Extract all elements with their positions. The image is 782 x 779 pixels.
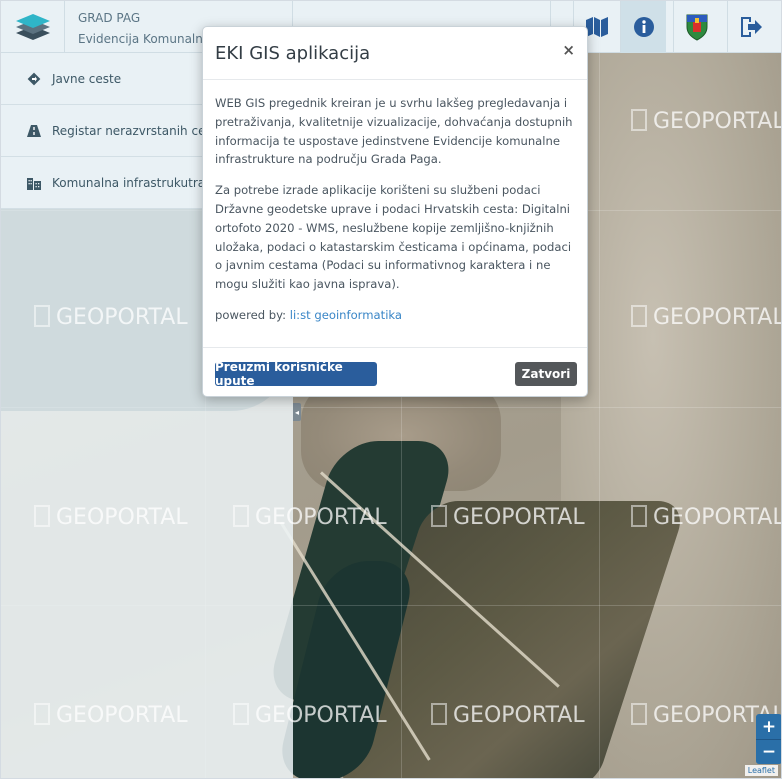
- modal-paragraph: WEB GIS pregednik kreiran je u svrhu lak…: [215, 96, 573, 167]
- map-icon: [585, 17, 608, 37]
- sidebar-item-label: Komunalna infrastrukutra: [52, 175, 206, 190]
- app-logo[interactable]: [1, 1, 65, 53]
- close-icon[interactable]: ×: [562, 41, 575, 59]
- modal-title: EKI GIS aplikacija: [215, 43, 371, 64]
- logout-icon: [740, 17, 762, 37]
- geoportal-watermark: GEOPORTAL: [233, 703, 387, 728]
- sidebar-item-label: Registar nerazvrstanih cesta: [52, 123, 224, 138]
- geoportal-watermark: GEOPORTAL: [34, 505, 188, 530]
- zoom-out-button[interactable]: −: [756, 739, 781, 764]
- buildings-icon: [25, 174, 43, 192]
- map-attribution[interactable]: Leaflet: [744, 765, 778, 776]
- app-window: GEOPORTAL GEOPORTAL GEOPORTAL GEOPORTAL …: [0, 0, 782, 779]
- sidebar-collapse-handle[interactable]: ◂: [293, 403, 301, 421]
- geoportal-watermark: GEOPORTAL: [431, 505, 585, 530]
- coat-of-arms-icon: [686, 14, 707, 41]
- download-manual-button[interactable]: Preuzmi korisničke upute: [215, 360, 377, 388]
- geoportal-watermark: GEOPORTAL: [631, 505, 781, 530]
- modal-paragraph: Za potrebe izrade aplikacije korišteni s…: [215, 183, 572, 292]
- modal-header: EKI GIS aplikacija ×: [203, 27, 587, 80]
- geoportal-watermark: GEOPORTAL: [34, 305, 188, 330]
- powered-by-label: powered by:: [215, 307, 290, 322]
- powered-by-link[interactable]: li:st geoinformatika: [290, 308, 402, 322]
- geoportal-watermark: GEOPORTAL: [233, 505, 387, 530]
- zoom-in-button[interactable]: +: [756, 714, 781, 739]
- coat-of-arms-button[interactable]: [673, 1, 719, 53]
- close-button[interactable]: Zatvori: [515, 362, 577, 386]
- geoportal-watermark: GEOPORTAL: [34, 703, 188, 728]
- modal-footer: Preuzmi korisničke upute Zatvori: [203, 347, 587, 397]
- logout-button[interactable]: [727, 1, 773, 53]
- geoportal-watermark: GEOPORTAL: [631, 305, 781, 330]
- sidebar-item-label: Javne ceste: [52, 71, 122, 86]
- road-icon: [25, 122, 43, 140]
- info-modal: EKI GIS aplikacija × WEB GIS pregednik k…: [202, 26, 588, 397]
- layers-logo-icon: [15, 14, 50, 40]
- info-button[interactable]: [620, 1, 666, 53]
- zoom-control: + −: [756, 714, 781, 764]
- info-icon: [633, 17, 654, 37]
- geoportal-watermark: GEOPORTAL: [631, 109, 781, 134]
- tile-grid: [599, 41, 600, 778]
- powered-by: powered by: li:st geoinformatika: [215, 306, 575, 325]
- diamond-direction-icon: [25, 70, 43, 88]
- modal-body: WEB GIS pregednik kreiran je u svrhu lak…: [203, 80, 587, 325]
- geoportal-watermark: GEOPORTAL: [431, 703, 585, 728]
